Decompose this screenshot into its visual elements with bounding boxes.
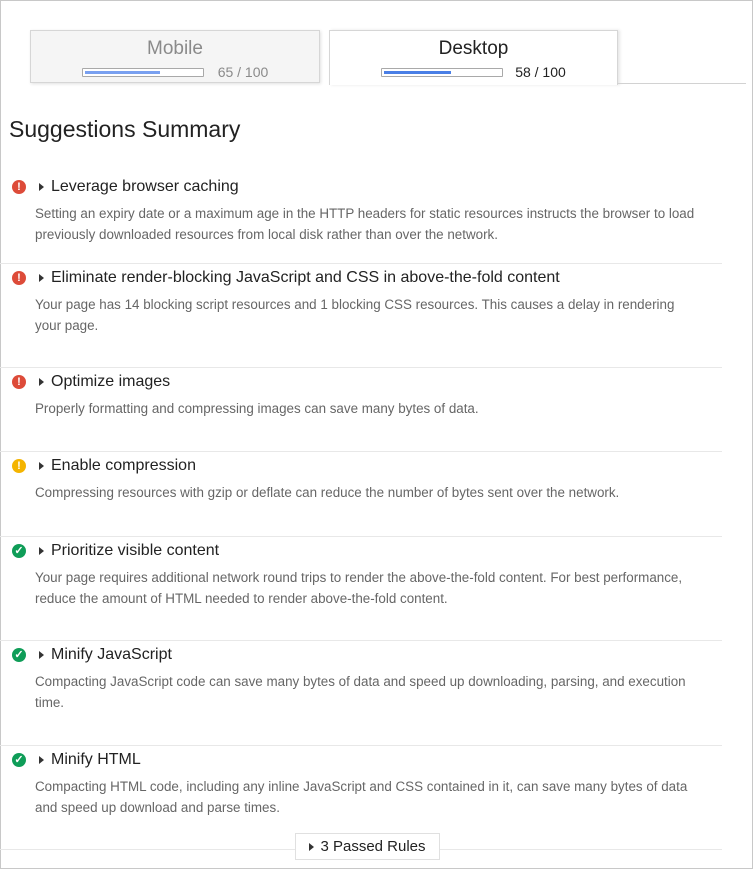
- rule-header[interactable]: ! Leverage browser caching: [12, 173, 722, 201]
- check-icon: ✓: [12, 544, 26, 558]
- tab-mobile[interactable]: Mobile 65 / 100: [30, 30, 320, 83]
- rule-title[interactable]: Minify HTML: [51, 751, 141, 769]
- desktop-score-text: 58 / 100: [515, 64, 566, 80]
- rule-header[interactable]: ! Optimize images: [12, 368, 722, 396]
- rule-header[interactable]: ! Enable compression: [12, 452, 722, 480]
- page-title: Suggestions Summary: [9, 116, 241, 142]
- rule-item: ! Leverage browser caching Setting an ex…: [0, 173, 722, 264]
- check-icon: ✓: [12, 753, 26, 767]
- desktop-score-row: 58 / 100: [330, 64, 617, 80]
- passed-rules-button[interactable]: 3 Passed Rules: [295, 833, 440, 860]
- rule-item: ! Enable compression Compressing resourc…: [0, 452, 722, 537]
- expand-caret-icon: [39, 183, 44, 191]
- rule-item: ✓ Prioritize visible content Your page r…: [0, 537, 722, 641]
- exclamation-icon: !: [12, 375, 26, 389]
- rule-header[interactable]: ✓ Minify HTML: [12, 746, 722, 774]
- tab-mobile-label: Mobile: [147, 38, 203, 59]
- rule-title[interactable]: Enable compression: [51, 457, 196, 475]
- rule-item: ! Optimize images Properly formatting an…: [0, 368, 722, 452]
- tab-desktop-label: Desktop: [438, 38, 509, 59]
- mobile-score-row: 65 / 100: [31, 64, 319, 80]
- rule-title[interactable]: Leverage browser caching: [51, 178, 239, 196]
- check-icon: ✓: [12, 648, 26, 662]
- rule-title[interactable]: Optimize images: [51, 373, 170, 391]
- rule-description: Setting an expiry date or a maximum age …: [35, 206, 695, 242]
- passed-rules-label: 3 Passed Rules: [320, 838, 426, 855]
- expand-caret-icon: [309, 842, 315, 851]
- tab-desktop[interactable]: Desktop 58 / 100: [329, 30, 618, 85]
- rule-title[interactable]: Minify JavaScript: [51, 646, 172, 664]
- expand-caret-icon: [39, 462, 44, 470]
- expand-caret-icon: [39, 547, 44, 555]
- rule-description: Compacting JavaScript code can save many…: [35, 674, 686, 710]
- desktop-score-bar: [381, 67, 504, 77]
- expand-caret-icon: [39, 274, 44, 282]
- desktop-score-bar-fill: [384, 70, 452, 74]
- rule-title[interactable]: Eliminate render-blocking JavaScript and…: [51, 269, 560, 287]
- mobile-score-text: 65 / 100: [217, 64, 269, 80]
- mobile-score-bar-fill: [84, 70, 160, 74]
- rule-description: Properly formatting and compressing imag…: [35, 401, 479, 416]
- expand-caret-icon: [39, 756, 44, 764]
- exclamation-icon: !: [12, 271, 26, 285]
- rules-list: ! Leverage browser caching Setting an ex…: [0, 173, 753, 850]
- rule-title[interactable]: Prioritize visible content: [51, 542, 219, 560]
- rule-description: Your page requires additional network ro…: [35, 570, 683, 606]
- rule-description: Compacting HTML code, including any inli…: [35, 779, 688, 815]
- exclamation-icon: !: [12, 180, 26, 194]
- rule-header[interactable]: ✓ Minify JavaScript: [12, 641, 722, 669]
- rule-item: ! Eliminate render-blocking JavaScript a…: [0, 264, 722, 368]
- mobile-score-bar: [81, 67, 204, 77]
- expand-caret-icon: [39, 378, 44, 386]
- exclamation-icon: !: [12, 459, 26, 473]
- rule-item: ✓ Minify JavaScript Compacting JavaScrip…: [0, 641, 722, 746]
- rule-description: Your page has 14 blocking script resourc…: [35, 297, 675, 333]
- expand-caret-icon: [39, 651, 44, 659]
- rule-description: Compressing resources with gzip or defla…: [35, 485, 620, 500]
- rule-header[interactable]: ✓ Prioritize visible content: [12, 537, 722, 565]
- tab-baseline-divider: [617, 83, 746, 84]
- rule-header[interactable]: ! Eliminate render-blocking JavaScript a…: [12, 264, 722, 292]
